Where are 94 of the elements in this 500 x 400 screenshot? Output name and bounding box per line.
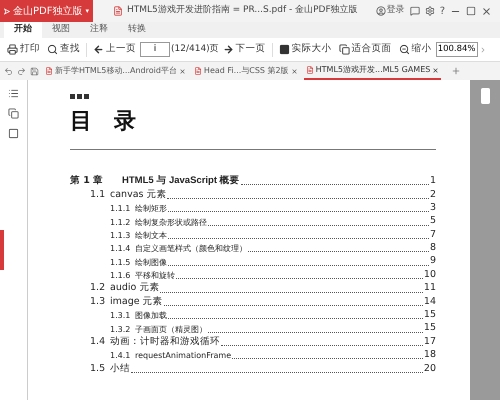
user-icon (376, 6, 386, 16)
toc-page-number: 17 (424, 334, 436, 349)
toc-number: 1.1 (90, 188, 106, 202)
toc-number: 1.4.1 (110, 350, 132, 362)
close-tab-icon[interactable] (178, 68, 186, 74)
document-tab[interactable]: Head Fi...与CSS 第2版 (192, 62, 300, 80)
toc-heading: 目 录 (70, 111, 137, 133)
zoom-out-icon (398, 44, 410, 55)
toc-page-number: 11 (424, 281, 436, 296)
toc-page-number: 9 (430, 254, 436, 268)
toc-number: 1.1.6 (110, 270, 132, 282)
close-icon[interactable] (481, 6, 492, 16)
logo-icon (4, 6, 10, 16)
search-icon (47, 44, 58, 55)
attachments-icon[interactable] (8, 128, 19, 139)
new-tab-icon[interactable] (451, 66, 462, 76)
find-button[interactable]: 查找 (44, 40, 83, 60)
arrow-right-icon (222, 44, 234, 55)
scrollbar-thumb[interactable] (480, 88, 490, 104)
toc-title: 自定义画笔样式（颜色和纹理） (135, 243, 247, 256)
previous-page-button[interactable]: 上一页 (90, 40, 139, 60)
toc-title: audio 元素 (110, 281, 160, 296)
pdf-file-icon (113, 6, 123, 16)
pdf-file-icon (194, 67, 202, 75)
pdf-file-icon (45, 67, 53, 75)
toc-number: 1.4 (90, 334, 106, 349)
pdf-file-icon (306, 66, 314, 74)
toc-title: requestAnimationFrame (135, 350, 232, 362)
toc-page-number: 15 (424, 308, 436, 322)
toc-page-number: 8 (430, 241, 436, 256)
toc-page-number: 20 (424, 362, 436, 376)
document-tab[interactable]: 新手学HTML5移动...Android平台 (43, 62, 188, 80)
toc-number: 1.1.4 (110, 243, 132, 256)
toc-page-number: 3 (430, 200, 436, 215)
ribbon-tab[interactable]: 注释 (80, 22, 118, 38)
ribbon-tab[interactable]: 视图 (42, 22, 80, 38)
toc-number: 1.1.5 (110, 256, 132, 269)
settings-icon[interactable] (424, 6, 435, 16)
square-icon (278, 44, 290, 55)
toc-page-number: 5 (430, 214, 436, 228)
zoom-field[interactable]: 100.84% (436, 42, 478, 57)
toc-page-number: 2 (430, 188, 436, 202)
toc-number: 1.3 (90, 294, 106, 309)
toc-number: 1.5 (90, 362, 106, 376)
toc-title: 小结 (110, 362, 130, 376)
toc-title: 绘制图像 (135, 256, 167, 269)
undo-icon[interactable] (4, 66, 13, 76)
toc-title: 绘制复杂形状或路径 (135, 216, 207, 229)
toc-number: 1.1.1 (110, 203, 132, 216)
toc-page-number: 1 (430, 174, 436, 188)
toc-page-number: 10 (424, 268, 436, 282)
zoom-out-button[interactable]: 缩小 (396, 40, 435, 60)
fit-page-button[interactable]: 适合页面 (336, 40, 395, 60)
toc-title: 绘制矩形 (135, 203, 167, 216)
printer-icon (7, 44, 18, 55)
toc-title: canvas 元素 (110, 188, 166, 202)
ribbon-tab[interactable]: 开始 (4, 22, 42, 38)
feedback-icon[interactable] (410, 6, 420, 16)
redo-icon[interactable] (17, 66, 26, 76)
window-title: HTML5游戏开发进阶指南 = PR...S.pdf - 金山PDF独立版 (127, 4, 358, 18)
close-tab-icon[interactable] (290, 68, 298, 74)
toc-title: HTML5 与 JavaScript 概要 (122, 174, 240, 188)
toc-number: 1.3.2 (110, 324, 132, 336)
toc-title: 子画面页（精灵图） (135, 324, 207, 336)
outline-icon[interactable] (8, 88, 19, 99)
ribbon-tab[interactable]: 转换 (118, 22, 156, 38)
login-button[interactable]: 登录 (376, 4, 405, 18)
toc-page-number: 7 (430, 228, 436, 242)
toc-title: 图像加载 (135, 310, 167, 322)
pages-icon (338, 44, 350, 55)
sidebar-toggle[interactable] (0, 230, 4, 270)
toc-number: 1.1.2 (110, 216, 132, 229)
toc-title: image 元素 (110, 294, 163, 309)
toc-title: 平移和旋转 (135, 270, 175, 282)
arrow-left-icon (93, 44, 104, 55)
toc-number: 1.1.3 (110, 230, 132, 242)
page-count: (12/414)页 (171, 42, 219, 56)
toc-title: 动画：计时器和游戏循环 (110, 334, 220, 349)
toc-number: 1.3.1 (110, 310, 132, 322)
save-icon[interactable] (30, 66, 39, 76)
thumbnails-icon[interactable] (8, 108, 19, 119)
close-tab-icon[interactable] (432, 66, 440, 74)
actual-size-button[interactable]: 实际大小 (276, 40, 335, 60)
toc-page-number: 15 (424, 321, 436, 336)
toc-title: 绘制文本 (135, 230, 167, 242)
print-button[interactable]: 打印 (4, 40, 43, 60)
next-page-button[interactable]: 下一页 (220, 40, 269, 60)
page-number-field[interactable]: i (140, 42, 170, 57)
maximize-icon[interactable] (466, 6, 476, 16)
toc-page-number: 18 (424, 348, 436, 362)
toc-page-number: 14 (424, 294, 436, 309)
toc-number: 1.2 (90, 281, 106, 296)
help-button[interactable]: ? (440, 4, 445, 18)
toc-number: 第 1 章 (70, 174, 104, 188)
